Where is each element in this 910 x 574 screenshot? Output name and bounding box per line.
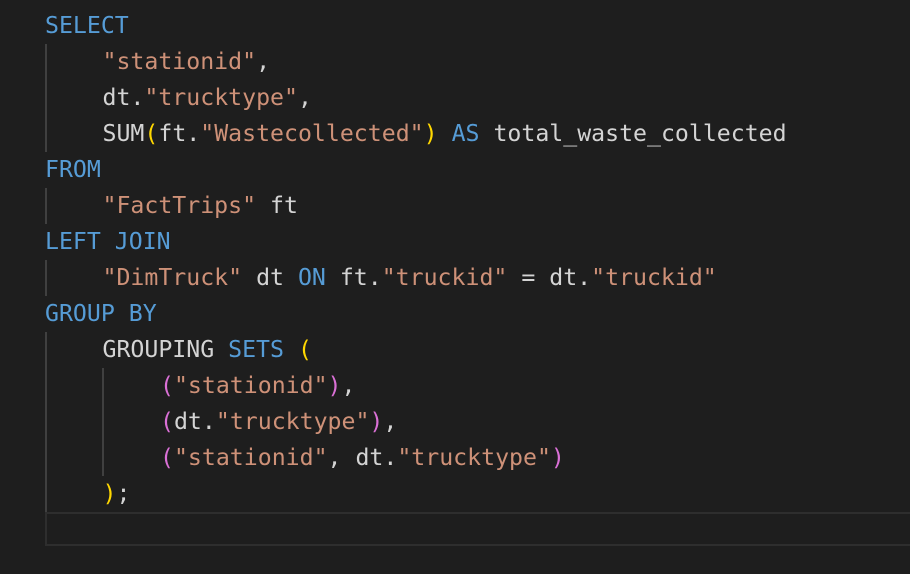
code-token: "Wastecollected" [200, 120, 424, 147]
code-token: ( [297, 336, 312, 363]
code-token: "truckid" [381, 264, 508, 291]
code-line[interactable]: "stationid", [103, 44, 271, 80]
code-token: "trucktype" [215, 408, 370, 435]
code-token: dt. [173, 408, 216, 435]
code-token: LEFT JOIN [45, 228, 171, 255]
code-token: ; [116, 480, 131, 507]
code-token: "trucktype" [397, 444, 551, 471]
code-token: GROUP BY [45, 300, 157, 327]
code-token: ( [160, 372, 174, 399]
code-line[interactable]: SUM(ft."Wastecollected") AS total_waste_… [103, 116, 787, 152]
code-token: , [256, 48, 271, 75]
code-line[interactable]: LEFT JOIN [45, 224, 171, 260]
code-token: ) [423, 120, 438, 147]
code-line[interactable]: ); [103, 476, 131, 512]
code-token: "stationid" [173, 444, 328, 471]
code-line[interactable]: SELECT [45, 8, 129, 44]
code-token: ON [297, 264, 326, 291]
code-token: ft. [158, 120, 201, 147]
code-token: ( [160, 444, 174, 471]
code-token: total_waste_collected [479, 120, 787, 147]
indent-guide [45, 260, 47, 296]
code-token: ft. [325, 264, 382, 291]
code-token: , [341, 372, 356, 399]
code-token: ( [144, 120, 159, 147]
code-line[interactable]: ("stationid", dt."trucktype") [160, 440, 565, 476]
code-token: "FactTrips" [102, 192, 257, 219]
code-token: SETS [228, 336, 284, 363]
code-token: , [297, 84, 312, 111]
code-token: ft [256, 192, 298, 219]
code-token: GROUPING [102, 336, 229, 363]
code-line[interactable]: FROM [45, 152, 101, 188]
code-token: dt [242, 264, 298, 291]
code-editor[interactable]: SELECT "stationid", dt."trucktype", SUM(ft.… [0, 0, 910, 574]
code-line[interactable]: "FactTrips" ft [103, 188, 298, 224]
code-token: "truckid" [591, 264, 717, 291]
indent-guide [102, 368, 104, 476]
code-token: SUM [102, 120, 145, 147]
code-line[interactable]: ("stationid"), [160, 368, 355, 404]
code-token: , dt. [327, 444, 398, 471]
code-line[interactable]: GROUPING SETS ( [103, 332, 312, 368]
code-token: ) [369, 408, 384, 435]
code-token: ) [550, 444, 565, 471]
code-token: dt. [102, 84, 145, 111]
code-line[interactable]: GROUP BY [45, 296, 157, 332]
code-token: , [383, 408, 398, 435]
indent-guide [45, 332, 47, 512]
code-line[interactable]: dt."trucktype", [103, 80, 312, 116]
code-line[interactable]: (dt."trucktype"), [160, 404, 397, 440]
code-token: ) [327, 372, 342, 399]
code-token: "stationid" [102, 48, 257, 75]
indent-guide [45, 44, 47, 152]
code-token: FROM [45, 156, 101, 183]
code-token: = dt. [507, 264, 592, 291]
code-token: "stationid" [173, 372, 328, 399]
indent-guide [45, 188, 47, 224]
code-token: "trucktype" [144, 84, 298, 111]
code-token: ( [160, 408, 174, 435]
code-token: "DimTruck" [102, 264, 243, 291]
code-token: ) [102, 480, 117, 507]
current-line-highlight [45, 512, 910, 546]
code-token: AS [451, 120, 480, 147]
code-line[interactable]: "DimTruck" dt ON ft."truckid" = dt."truc… [103, 260, 717, 296]
code-token: SELECT [45, 12, 129, 39]
